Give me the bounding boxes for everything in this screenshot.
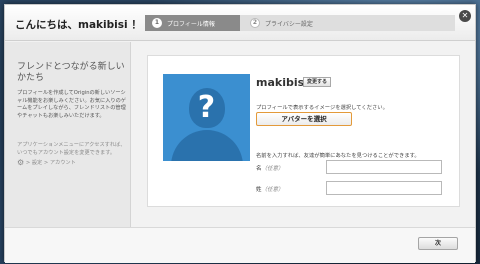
- step-label: プライバシー設定: [265, 21, 313, 28]
- select-avatar-button[interactable]: アバターを選択: [256, 112, 352, 126]
- sidebar-note: アプリケーションメニューにアクセスすれば、いつでもアカウント設定を変更できます。: [17, 142, 126, 156]
- username: makibisi: [256, 76, 308, 89]
- sidebar-heading: フレンドとつながる新しいかたち: [17, 62, 125, 83]
- profile-setup-dialog: こんにちは、makibisi ！ 1 プロフィール情報 2 プライバシー設定 ✕…: [4, 4, 476, 263]
- dialog-footer: 次: [5, 227, 475, 263]
- sidebar: フレンドとつながる新しいかたち プロフィールを作成してOriginの新しいソーシ…: [5, 42, 131, 227]
- first-name-label: 名（任意）: [256, 164, 284, 172]
- first-name-field[interactable]: [326, 160, 442, 174]
- avatar-description: プロフィールで表示するイメージを選択してください。: [256, 105, 388, 111]
- name-description: 名前を入力すれば、友達が簡単にあなたを見つけることができます。: [256, 153, 420, 159]
- close-icon[interactable]: ✕: [459, 10, 471, 22]
- step-privacy-settings: 2 プライバシー設定: [240, 15, 455, 31]
- change-username-button[interactable]: 変更する: [303, 77, 331, 87]
- next-button[interactable]: 次: [418, 237, 458, 250]
- avatar-body-shape: [171, 130, 243, 161]
- settings-path-text: > 設定 > アカウント: [24, 160, 76, 166]
- step-number: 2: [250, 18, 260, 28]
- last-name-label: 姓（任意）: [256, 185, 284, 193]
- last-name-field[interactable]: [326, 181, 442, 195]
- sidebar-description: プロフィールを作成してOriginの新しいソーシャル機能をお楽しみください。お気…: [17, 90, 126, 119]
- optional-note: （任意）: [261, 166, 284, 172]
- step-indicator: 1 プロフィール情報 2 プライバシー設定: [145, 15, 455, 31]
- step-profile-info: 1 プロフィール情報: [145, 15, 248, 31]
- question-mark-icon: ?: [197, 90, 216, 125]
- avatar-placeholder: ?: [163, 74, 250, 161]
- settings-path: ⚙ > 設定 > アカウント: [17, 158, 76, 167]
- dialog-title: こんにちは、makibisi ！: [15, 19, 142, 31]
- step-number: 1: [152, 18, 162, 28]
- step-label: プロフィール情報: [167, 21, 215, 28]
- profile-panel: ? makibisi 変更する プロフィールで表示するイメージを選択してください…: [147, 55, 460, 207]
- dialog-header: こんにちは、makibisi ！ 1 プロフィール情報 2 プライバシー設定 ✕: [5, 5, 475, 41]
- optional-note: （任意）: [261, 187, 284, 193]
